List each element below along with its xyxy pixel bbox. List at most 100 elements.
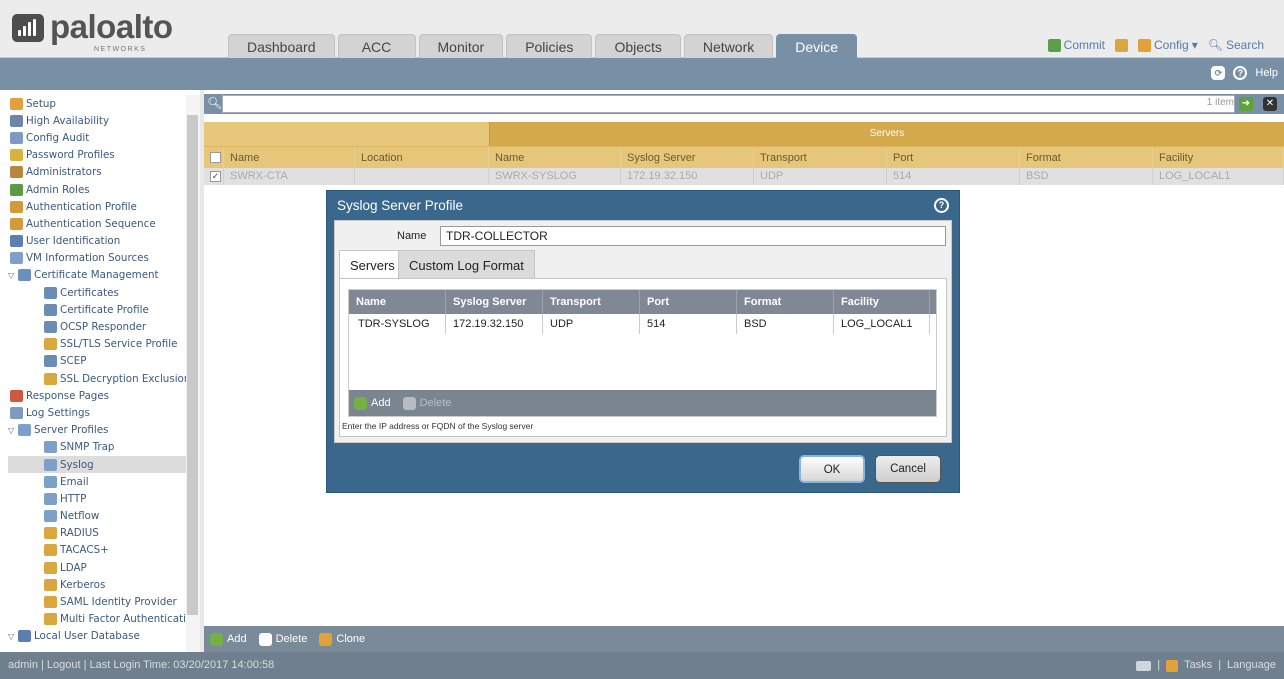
- sidebar-item[interactable]: Netflow: [8, 508, 200, 525]
- ok-button[interactable]: OK: [799, 455, 865, 483]
- tree-node-icon: [44, 510, 57, 523]
- sidebar-item[interactable]: ▽ Certificate Management: [8, 267, 200, 284]
- sidebar-item[interactable]: Authentication Profile: [8, 198, 200, 215]
- tab-dashboard[interactable]: Dashboard: [228, 34, 335, 58]
- help-link[interactable]: Help: [1255, 67, 1278, 79]
- sidebar-item[interactable]: SCEP: [8, 353, 200, 370]
- column-header[interactable]: Facility: [834, 290, 930, 314]
- column-header[interactable]: Port: [887, 147, 1020, 168]
- sidebar-item-label: Email: [60, 475, 89, 488]
- expand-icon[interactable]: ▽: [8, 426, 18, 435]
- server-delete-button[interactable]: Delete: [402, 396, 451, 410]
- sidebar-item[interactable]: Log Settings: [8, 404, 200, 421]
- sidebar-item[interactable]: Kerberos: [8, 576, 200, 593]
- sidebar-item[interactable]: TACACS+: [8, 542, 200, 559]
- sidebar-item[interactable]: SNMP Trap: [8, 439, 200, 456]
- sidebar-item[interactable]: Certificates: [8, 284, 200, 301]
- sidebar-item[interactable]: High Availability: [8, 112, 200, 129]
- tab-servers[interactable]: Servers: [339, 250, 406, 279]
- sidebar-item[interactable]: Admin Roles: [8, 181, 200, 198]
- tree-node-icon: [44, 544, 57, 557]
- sidebar-item[interactable]: Multi Factor Authenticatio: [8, 611, 200, 628]
- refresh-icon[interactable]: ⟳: [1211, 66, 1226, 80]
- tab-objects[interactable]: Objects: [595, 34, 681, 58]
- sidebar-item[interactable]: SSL/TLS Service Profile: [8, 336, 200, 353]
- server-add-button[interactable]: Add: [354, 396, 391, 410]
- sidebar-item[interactable]: Response Pages: [8, 387, 200, 404]
- column-header[interactable]: Name: [489, 147, 621, 168]
- column-header[interactable]: Name: [224, 147, 355, 168]
- servers-table-header: Name Syslog Server Transport Port Format Faci…: [349, 290, 936, 314]
- name-field[interactable]: TDR-COLLECTOR: [440, 226, 946, 246]
- tab-monitor[interactable]: Monitor: [418, 34, 504, 58]
- commit-button[interactable]: Commit: [1047, 38, 1105, 52]
- sidebar-item[interactable]: Syslog: [8, 455, 200, 474]
- search-button[interactable]: 🔍︎ Search: [1208, 38, 1264, 52]
- table-cell: TDR-SYSLOG: [349, 314, 446, 334]
- filter-input[interactable]: [222, 95, 1235, 113]
- sidebar-item[interactable]: Setup: [8, 95, 200, 112]
- language-link[interactable]: Language: [1227, 652, 1276, 679]
- sidebar-item[interactable]: SAML Identity Provider: [8, 593, 200, 610]
- table-row[interactable]: ✓ SWRX-CTA SWRX-SYSLOG 172.19.32.150 UDP 514 B…: [204, 168, 1284, 185]
- config-menu[interactable]: Config ▾: [1138, 38, 1198, 52]
- sidebar-item[interactable]: SSL Decryption Exclusion: [8, 370, 200, 387]
- sidebar-item-label: Kerberos: [60, 578, 106, 591]
- sidebar-item-label: VM Information Sources: [26, 252, 149, 265]
- sidebar-scrollbar[interactable]: [186, 95, 200, 652]
- filter-bar: 🔍︎ 1 item ➜ ✕: [204, 94, 1284, 114]
- sidebar-item[interactable]: Administrators: [8, 164, 200, 181]
- column-header[interactable]: Facility: [1153, 147, 1284, 168]
- sidebar-item[interactable]: Password Profiles: [8, 147, 200, 164]
- sidebar-item[interactable]: VM Information Sources: [8, 250, 200, 267]
- sidebar-item[interactable]: ▽ Server Profiles: [8, 422, 200, 439]
- sidebar-item[interactable]: Email: [8, 473, 200, 490]
- sidebar-item[interactable]: RADIUS: [8, 525, 200, 542]
- lock-button[interactable]: [1115, 38, 1129, 52]
- column-header[interactable]: Syslog Server: [621, 147, 754, 168]
- tab-policies[interactable]: Policies: [506, 34, 593, 58]
- column-header[interactable]: Transport: [543, 290, 640, 314]
- help-icon[interactable]: ?: [1233, 66, 1248, 80]
- scrollbar-thumb[interactable]: [187, 115, 198, 615]
- lock-icon: [1115, 38, 1129, 52]
- sidebar-item[interactable]: HTTP: [8, 490, 200, 507]
- row-checkbox[interactable]: ✓: [210, 171, 221, 182]
- sidebar-item[interactable]: OCSP Responder: [8, 318, 200, 335]
- select-all-checkbox[interactable]: [210, 152, 221, 163]
- clear-filter-icon[interactable]: ✕: [1263, 97, 1277, 111]
- column-header[interactable]: Transport: [754, 147, 887, 168]
- tree-node-icon: [44, 372, 57, 385]
- add-button[interactable]: Add: [210, 632, 247, 646]
- tree-node-icon: [10, 217, 23, 230]
- session-status[interactable]: admin | Logout | Last Login Time: 03/20/…: [8, 659, 274, 671]
- tab-device[interactable]: Device: [776, 34, 858, 58]
- mail-icon[interactable]: [1136, 660, 1152, 671]
- sidebar-item[interactable]: User Identification: [8, 233, 200, 250]
- column-header[interactable]: Syslog Server: [446, 290, 543, 314]
- sidebar-item[interactable]: Config Audit: [8, 129, 200, 146]
- sidebar-item[interactable]: LDAP: [8, 559, 200, 576]
- column-header[interactable]: Format: [737, 290, 834, 314]
- tasks-link[interactable]: Tasks: [1184, 652, 1212, 679]
- tab-network[interactable]: Network: [683, 34, 774, 58]
- tab-acc[interactable]: ACC: [337, 34, 416, 58]
- expand-icon[interactable]: ▽: [8, 632, 18, 641]
- tab-custom-log-format[interactable]: Custom Log Format: [398, 250, 535, 279]
- sidebar-item[interactable]: Authentication Sequence: [8, 215, 200, 232]
- column-header[interactable]: Name: [349, 290, 446, 314]
- help-icon[interactable]: ?: [934, 198, 949, 213]
- delete-button[interactable]: Delete: [258, 632, 307, 646]
- table-row[interactable]: TDR-SYSLOG 172.19.32.150 UDP 514 BSD LOG_LOCA…: [349, 314, 936, 334]
- cancel-button[interactable]: Cancel: [875, 455, 941, 483]
- expand-icon[interactable]: ▽: [8, 271, 18, 280]
- column-header[interactable]: Format: [1020, 147, 1153, 168]
- apply-filter-icon[interactable]: ➜: [1239, 97, 1253, 111]
- column-header[interactable]: Location: [355, 147, 489, 168]
- sidebar-item[interactable]: Certificate Profile: [8, 301, 200, 318]
- sidebar-item[interactable]: ▽ Local User Database: [8, 628, 200, 645]
- clone-button[interactable]: Clone: [319, 632, 365, 646]
- column-header[interactable]: Port: [640, 290, 737, 314]
- tree-node-icon: [44, 527, 57, 540]
- tree-node-icon: [10, 200, 23, 213]
